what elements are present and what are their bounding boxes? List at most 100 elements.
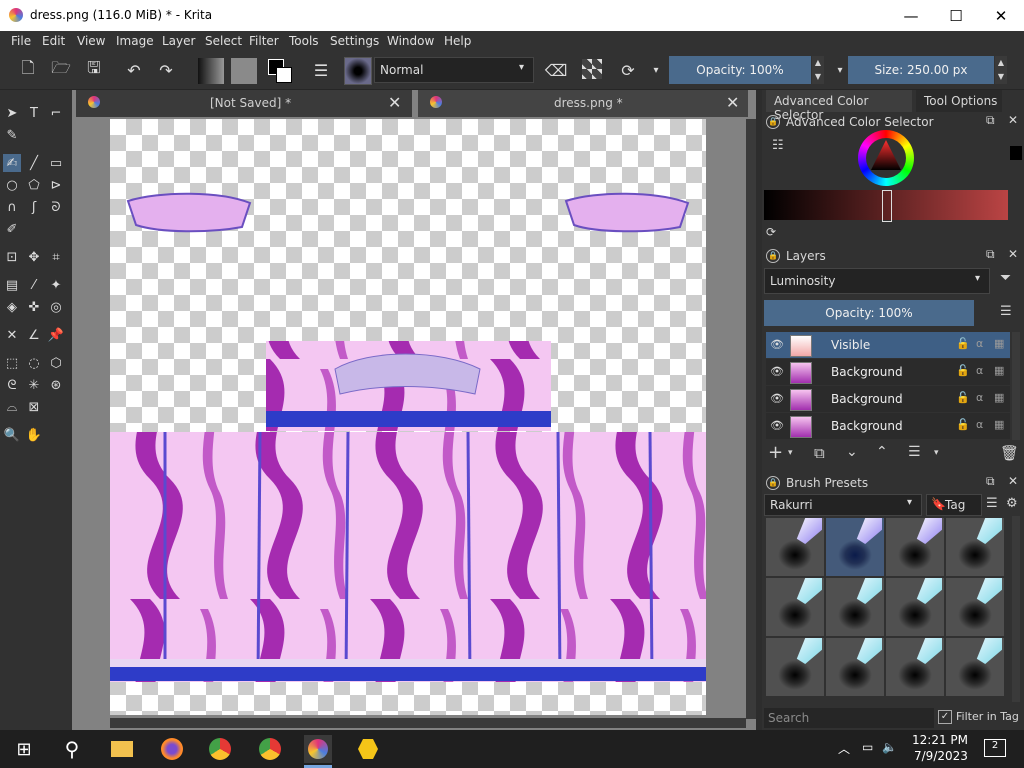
polygon-tool-icon[interactable]: ⬠ bbox=[25, 176, 43, 194]
layer-row[interactable]: 👁 Background 🔓 α ▦ bbox=[766, 413, 1010, 439]
minimize-button[interactable]: — bbox=[888, 0, 934, 31]
crop-tool-icon[interactable]: ⌗ bbox=[47, 248, 65, 266]
color-settings-icon[interactable]: ☷ bbox=[772, 138, 784, 153]
ellipse-tool-icon[interactable]: ○ bbox=[3, 176, 21, 194]
layer-row[interactable]: 👁 Visible 🔓 α ▦ bbox=[766, 332, 1010, 358]
similar-select-tool-icon[interactable]: ⊛ bbox=[47, 376, 65, 394]
rectangle-tool-icon[interactable]: ▭ bbox=[47, 154, 65, 172]
transform-tool-icon[interactable]: ⊡ bbox=[3, 248, 21, 266]
close-docker-icon[interactable]: ✕ bbox=[1008, 113, 1018, 127]
brush-preset-item[interactable] bbox=[766, 638, 824, 696]
brush-search-input[interactable]: Search bbox=[764, 708, 934, 728]
layer-row[interactable]: 👁 Background 🔓 α ▦ bbox=[766, 359, 1010, 385]
eraser-icon[interactable]: ⌫ bbox=[545, 60, 568, 80]
size-slider[interactable]: Size: 250.00 px bbox=[848, 56, 994, 84]
menu-help[interactable]: Help bbox=[444, 34, 471, 48]
close-tab-icon[interactable]: ✕ bbox=[388, 93, 401, 112]
alpha-lock-icon[interactable]: α bbox=[976, 364, 983, 377]
delete-layer-icon[interactable]: 🗑 bbox=[1000, 444, 1019, 462]
tab-advanced-color-selector[interactable]: Advanced Color Selector bbox=[766, 90, 912, 122]
move-layer-down-icon[interactable]: ⌄ bbox=[846, 444, 858, 460]
brush-scrollbar[interactable] bbox=[1012, 516, 1020, 702]
menu-window[interactable]: Window bbox=[387, 34, 434, 48]
color-picker-tool-icon[interactable]: ⁄ bbox=[25, 276, 43, 294]
opacity-slider[interactable]: Opacity: 100% bbox=[669, 56, 811, 84]
layer-options-icon[interactable]: ☰ bbox=[1000, 304, 1012, 319]
network-icon[interactable]: ▭ bbox=[862, 740, 873, 754]
chrome-icon[interactable] bbox=[206, 735, 234, 763]
float-icon[interactable]: ⧉ bbox=[986, 113, 995, 128]
multibrush-tool-icon[interactable]: ✐ bbox=[3, 220, 21, 238]
float-icon[interactable]: ⧉ bbox=[986, 247, 995, 262]
ellipse-select-tool-icon[interactable]: ◌ bbox=[25, 354, 43, 372]
chevron-down-icon[interactable]: ▾ bbox=[934, 448, 939, 458]
filter-icon[interactable]: ⏷ bbox=[1000, 270, 1011, 286]
refresh-icon[interactable]: ⟳ bbox=[766, 225, 776, 239]
measure-tool-icon[interactable]: ∠ bbox=[25, 326, 43, 344]
menu-select[interactable]: Select bbox=[205, 34, 242, 48]
brush-preset-item[interactable] bbox=[946, 638, 1004, 696]
chevron-up-icon[interactable]: ︿ bbox=[838, 740, 850, 757]
brush-preset-item[interactable] bbox=[766, 578, 824, 636]
freehand-select-tool-icon[interactable]: ᘓ bbox=[3, 376, 21, 394]
menu-layer[interactable]: Layer bbox=[162, 34, 195, 48]
background-color-swatch[interactable] bbox=[276, 67, 292, 83]
lock-icon[interactable]: 🔒 bbox=[766, 115, 780, 129]
chrome-profile-icon[interactable] bbox=[256, 735, 284, 763]
calligraphy-tool-icon[interactable]: ✎ bbox=[3, 126, 21, 144]
clock-time[interactable]: 12:21 PM bbox=[912, 733, 968, 747]
move-tool-icon[interactable]: ✥ bbox=[25, 248, 43, 266]
lock-layer-icon[interactable]: 🔓 bbox=[956, 337, 970, 350]
brush-preset-item[interactable] bbox=[886, 578, 944, 636]
bezier-tool-icon[interactable]: ∩ bbox=[3, 198, 21, 216]
layer-opacity-slider[interactable]: Opacity: 100% bbox=[764, 300, 974, 326]
filter-in-tag-checkbox[interactable]: ✓ bbox=[938, 710, 952, 724]
reference-tool-icon[interactable]: 📌 bbox=[47, 326, 65, 344]
blend-mode-select[interactable]: Normal ▾ bbox=[374, 57, 534, 83]
duplicate-layer-icon[interactable]: ⧉ bbox=[814, 444, 825, 462]
brush-settings-icon[interactable]: ⚙ bbox=[1006, 496, 1018, 511]
open-folder-icon[interactable]: 🗁 bbox=[51, 58, 71, 80]
file-explorer-icon[interactable] bbox=[108, 735, 136, 763]
undo-icon[interactable]: ↶ bbox=[124, 60, 144, 80]
maximize-button[interactable]: ☐ bbox=[933, 0, 979, 31]
smart-patch-tool-icon[interactable]: ✦ bbox=[47, 276, 65, 294]
firefox-icon[interactable] bbox=[158, 735, 186, 763]
pattern-swatch[interactable] bbox=[231, 58, 257, 84]
layer-row[interactable]: 👁 Background 🔓 α ▦ bbox=[766, 386, 1010, 412]
norton-icon[interactable] bbox=[354, 735, 382, 763]
eye-icon[interactable]: 👁 bbox=[770, 365, 784, 378]
tag-button[interactable]: 🔖 Tag bbox=[926, 494, 982, 516]
brush-preset-item[interactable] bbox=[766, 518, 824, 576]
close-button[interactable]: ✕ bbox=[978, 0, 1024, 31]
layer-blend-mode-select[interactable]: Luminosity ▾ bbox=[764, 268, 990, 294]
brush-preset-item[interactable] bbox=[946, 578, 1004, 636]
brush-preset-item[interactable] bbox=[886, 638, 944, 696]
menu-filter[interactable]: Filter bbox=[249, 34, 279, 48]
save-icon[interactable]: 🖫 bbox=[84, 58, 104, 80]
pan-tool-icon[interactable]: ✋ bbox=[25, 426, 43, 444]
krita-taskbar-icon[interactable] bbox=[304, 735, 332, 763]
brush-preset-item[interactable] bbox=[826, 578, 884, 636]
close-tab-icon[interactable]: ✕ bbox=[726, 93, 739, 112]
select-shapes-tool-icon[interactable]: ➤ bbox=[3, 104, 21, 122]
color-wheel[interactable] bbox=[858, 130, 914, 186]
brush-preset-item[interactable] bbox=[886, 518, 944, 576]
document-canvas[interactable] bbox=[110, 119, 706, 715]
lock-layer-icon[interactable]: 🔓 bbox=[956, 418, 970, 431]
contiguous-select-tool-icon[interactable]: ✳ bbox=[25, 376, 43, 394]
brush-tag-select[interactable]: Rakurri ▾ bbox=[764, 494, 922, 516]
inherit-alpha-icon[interactable]: ▦ bbox=[994, 391, 1004, 404]
vertical-scrollbar[interactable] bbox=[746, 119, 756, 719]
enclose-fill-tool-icon[interactable]: ◎ bbox=[47, 298, 65, 316]
line-tool-icon[interactable]: ╱ bbox=[25, 154, 43, 172]
zoom-tool-icon[interactable]: 🔍 bbox=[3, 426, 21, 444]
close-docker-icon[interactable]: ✕ bbox=[1008, 247, 1018, 261]
colorize-mask-tool-icon[interactable]: ✜ bbox=[25, 298, 43, 316]
inherit-alpha-icon[interactable]: ▦ bbox=[994, 337, 1004, 350]
eye-icon[interactable]: 👁 bbox=[770, 419, 784, 432]
search-icon[interactable]: ⚲ bbox=[58, 735, 86, 763]
brush-preset-item[interactable] bbox=[826, 518, 884, 576]
reload-preset-icon[interactable]: ⟳ bbox=[618, 60, 638, 80]
preserve-alpha-icon[interactable] bbox=[582, 59, 602, 79]
